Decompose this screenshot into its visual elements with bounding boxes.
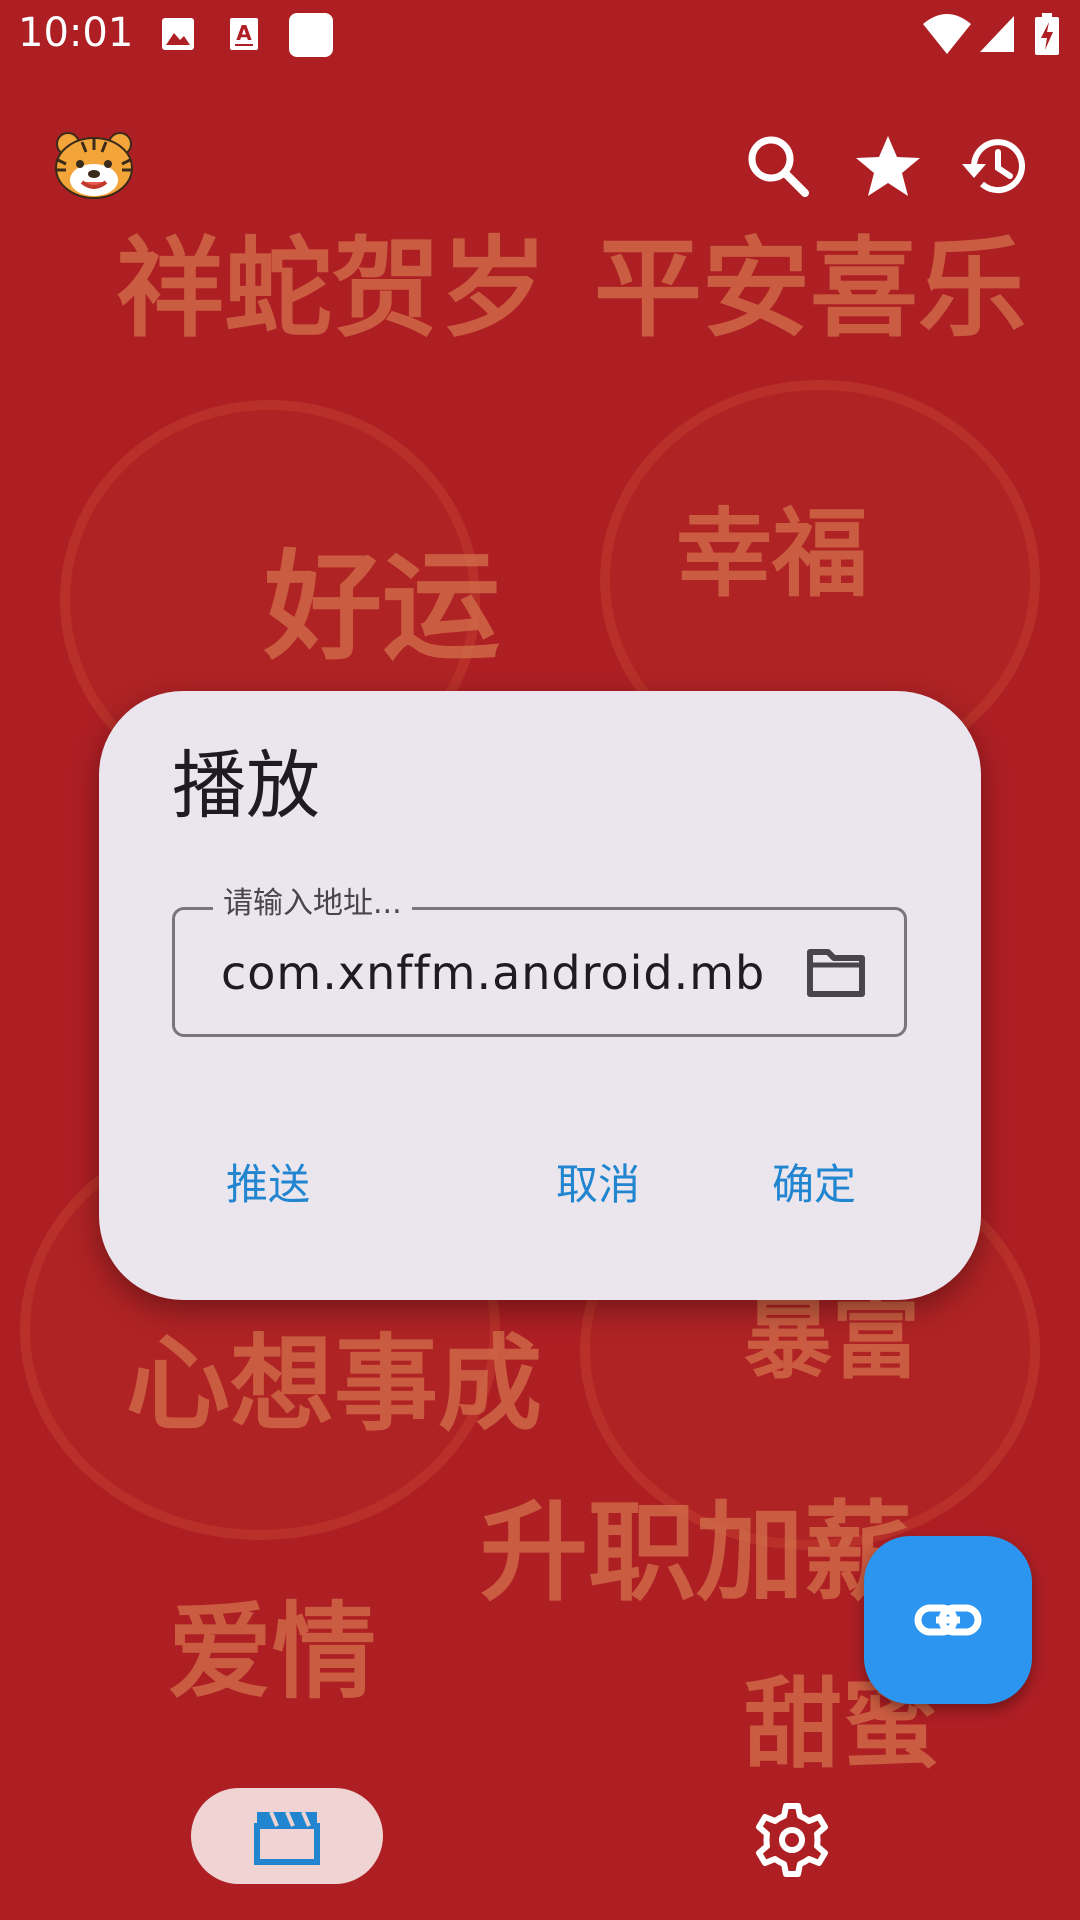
- tiger-logo-icon: [52, 130, 136, 200]
- top-app-bar: [0, 100, 1080, 240]
- wifi-icon: [922, 12, 972, 60]
- white-square-icon: [288, 12, 334, 62]
- clapperboard-icon: [253, 1806, 321, 1870]
- address-field-label: 请输入地址...: [213, 886, 412, 922]
- gear-icon: [752, 1803, 832, 1884]
- cell-signal-icon: [978, 14, 1016, 58]
- address-input[interactable]: com.xnffm.android.mb: [221, 948, 765, 999]
- decor-phrase: 祥蛇贺岁: [116, 227, 549, 352]
- decor-phrase: 心想事成: [126, 1323, 543, 1445]
- status-bar: 10:01 A: [0, 0, 1080, 72]
- decor-phrase: 幸福: [676, 498, 868, 610]
- decor-phrase: 升职加薪: [480, 1491, 913, 1616]
- svg-text:A: A: [236, 21, 252, 45]
- search-icon[interactable]: [742, 130, 814, 202]
- history-icon[interactable]: [960, 130, 1032, 202]
- decor-phrase: 爱情: [168, 1591, 377, 1713]
- star-icon[interactable]: [852, 130, 924, 202]
- text-a-icon: A: [228, 14, 260, 58]
- image-icon: [160, 14, 196, 58]
- confirm-button[interactable]: 确定: [772, 1154, 856, 1216]
- play-dialog: 播放 请输入地址... com.xnffm.android.mb 推送 取消 确…: [99, 691, 981, 1300]
- address-field[interactable]: 请输入地址... com.xnffm.android.mb: [172, 886, 907, 1037]
- battery-charging-icon: [1034, 12, 1060, 60]
- decor-phrase: 好运: [264, 538, 501, 676]
- folder-icon[interactable]: [804, 940, 868, 1004]
- nav-item-settings[interactable]: [752, 1800, 832, 1884]
- bottom-nav: [0, 1760, 1080, 1920]
- dialog-title: 播放: [172, 743, 320, 829]
- cancel-button[interactable]: 取消: [556, 1154, 640, 1216]
- decor-phrase: 暴富: [744, 1288, 921, 1391]
- nav-item-videos[interactable]: [191, 1788, 383, 1884]
- push-button[interactable]: 推送: [226, 1154, 310, 1216]
- decor-phrase: 平安喜乐: [594, 227, 1027, 352]
- status-time: 10:01: [18, 10, 134, 56]
- link-fab-button[interactable]: [864, 1536, 1032, 1704]
